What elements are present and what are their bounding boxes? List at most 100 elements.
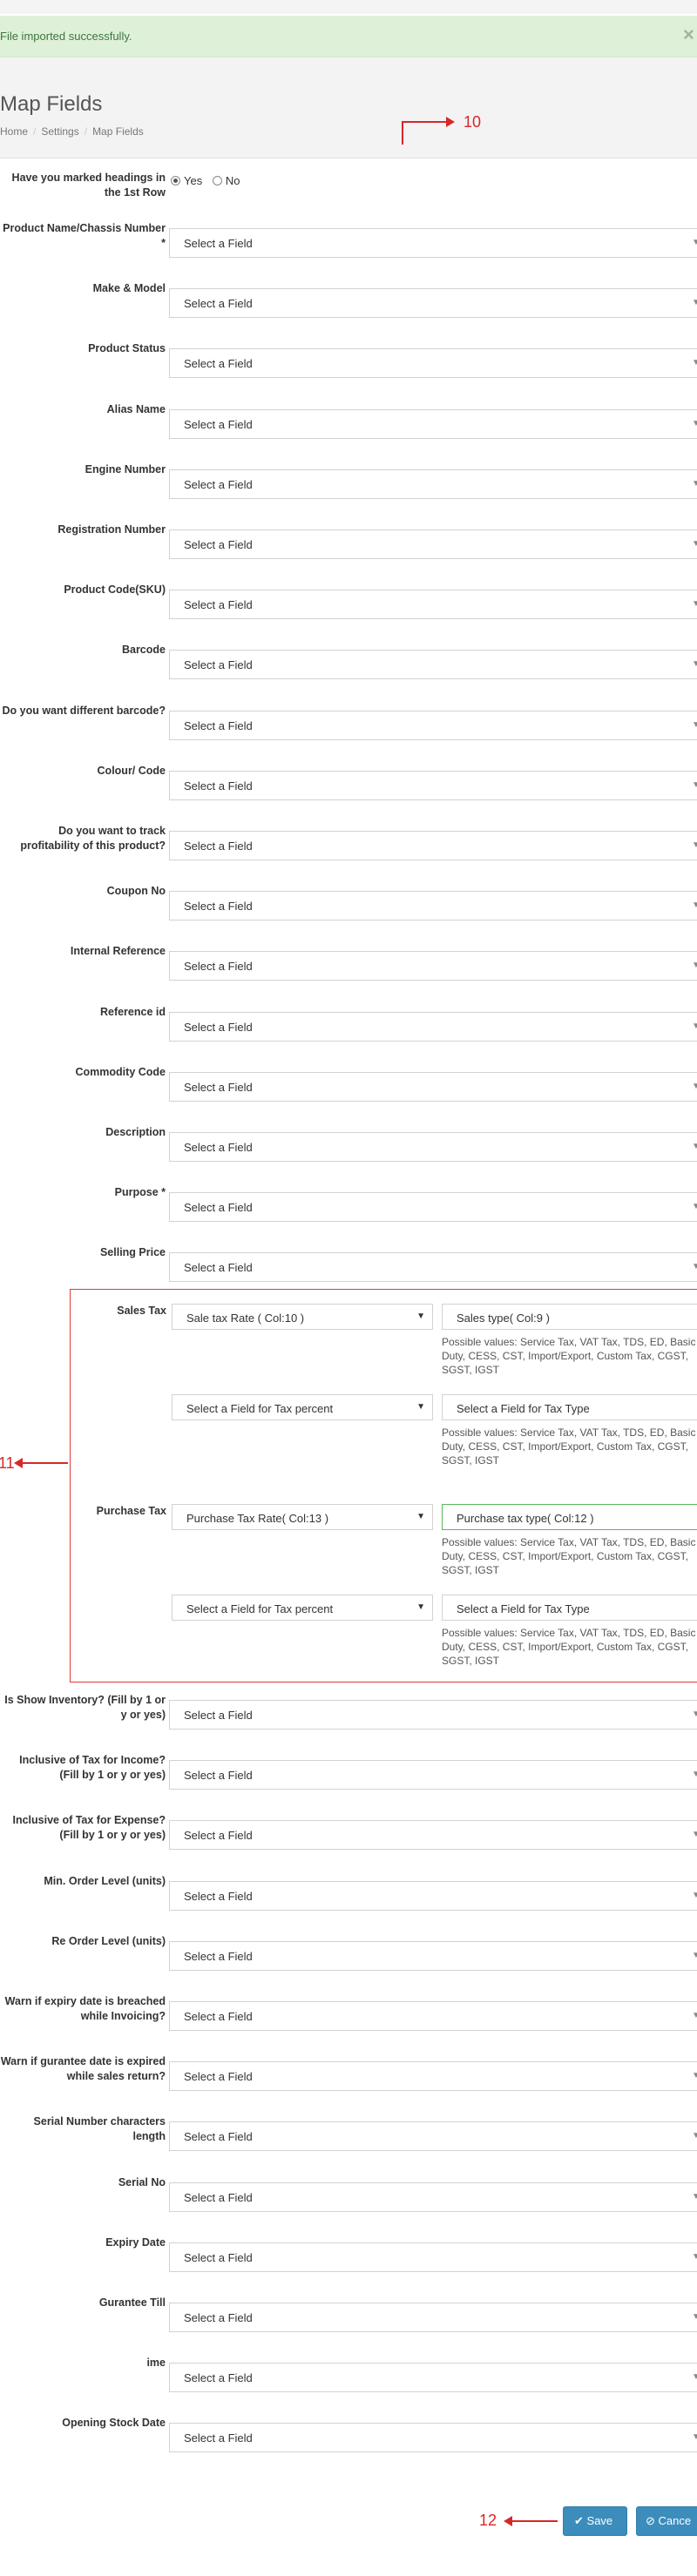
caret-down-icon: ▼ xyxy=(416,1602,425,1612)
map-field-select[interactable]: Select a Field ▼ xyxy=(169,408,697,439)
map-field-value: Select a Field xyxy=(184,538,253,551)
map-field-select[interactable]: Select a Field ▼ xyxy=(169,529,697,559)
map-field-row: Internal Reference Select a Field ▼ xyxy=(0,944,697,981)
map-field-select[interactable]: Select a Field ▼ xyxy=(169,590,697,620)
map-field-select[interactable]: Select a Field ▼ xyxy=(169,1192,697,1223)
purchase-tax-type-select-2[interactable]: Select a Field for Tax Type▼ xyxy=(442,1595,697,1621)
caret-down-icon: ▼ xyxy=(692,2011,697,2020)
map-field-select[interactable]: Select a Field ▼ xyxy=(169,951,697,981)
map-field-value: Select a Field xyxy=(184,1201,253,1215)
map-field-select[interactable]: Select a Field ▼ xyxy=(169,1940,697,1971)
map-field-select[interactable]: Select a Field ▼ xyxy=(169,1011,697,1042)
map-field-select[interactable]: Select a Field ▼ xyxy=(169,228,697,258)
map-field-select[interactable]: Select a Field ▼ xyxy=(169,469,697,499)
map-field-label: Product Status xyxy=(88,342,166,355)
map-field-select[interactable]: Select a Field ▼ xyxy=(169,2363,697,2393)
map-field-row: Serial Number characters length Select a … xyxy=(0,2114,697,2152)
map-field-select[interactable]: Select a Field ▼ xyxy=(169,2061,697,2092)
alert-message: File imported successfully. xyxy=(0,30,132,43)
map-field-value: Select a Field xyxy=(184,598,253,612)
caret-down-icon: ▼ xyxy=(416,1402,425,1412)
map-field-label: ime xyxy=(146,2357,166,2370)
map-field-label: Alias Name xyxy=(106,402,166,415)
map-field-select[interactable]: Select a Field ▼ xyxy=(169,2182,697,2212)
map-field-label: Registration Number xyxy=(58,523,166,536)
map-field-label: Colour/ Code xyxy=(97,764,166,777)
map-field-row: Reference id Select a Field ▼ xyxy=(0,1005,697,1042)
ban-icon: ⊘ xyxy=(646,2514,655,2527)
map-field-value: Select a Field xyxy=(184,1829,253,1843)
close-icon[interactable]: × xyxy=(683,25,697,44)
caret-down-icon: ▼ xyxy=(692,1770,697,1780)
annotation-arrow-11 xyxy=(14,1458,68,1468)
page-header: Map Fields Home / Settings / Map Fields xyxy=(0,57,697,158)
map-field-label: Description xyxy=(105,1126,166,1138)
map-field-label: Do you want to track profitability of th… xyxy=(20,825,166,852)
radio-yes[interactable]: Yes xyxy=(171,174,202,187)
map-field-select[interactable]: Select a Field ▼ xyxy=(169,2001,697,2031)
map-field-select[interactable]: Select a Field ▼ xyxy=(169,1760,697,1790)
sales-tax-type-select[interactable]: Sales type( Col:9 )▼ xyxy=(442,1304,697,1330)
map-field-value: Select a Field xyxy=(184,2190,253,2204)
map-field-select[interactable]: Select a Field ▼ xyxy=(169,1132,697,1162)
map-field-select[interactable]: Select a Field ▼ xyxy=(169,770,697,800)
map-field-select[interactable]: Select a Field ▼ xyxy=(169,2121,697,2152)
sales-tax-percent-select-2[interactable]: Select a Field for Tax percent ▼ xyxy=(172,1394,433,1420)
purchase-tax-percent-select-2[interactable]: Select a Field for Tax percent ▼ xyxy=(172,1595,433,1621)
breadcrumb: Home / Settings / Map Fields xyxy=(0,125,144,138)
map-field-label: Engine Number xyxy=(85,462,166,475)
caret-down-icon: ▼ xyxy=(692,599,697,610)
map-field-row: Description Select a Field ▼ xyxy=(0,1125,697,1162)
map-field-select[interactable]: Select a Field ▼ xyxy=(169,1700,697,1730)
map-field-row: Coupon No Select a Field ▼ xyxy=(0,884,697,921)
radio-dot-icon xyxy=(171,176,180,185)
save-button[interactable]: ✔ Save xyxy=(563,2506,627,2536)
purchase-tax-type-select[interactable]: Purchase tax type( Col:12 )▼ xyxy=(442,1504,697,1530)
map-field-select[interactable]: Select a Field ▼ xyxy=(169,348,697,379)
radio-no[interactable]: No xyxy=(212,174,240,187)
map-field-select[interactable]: Select a Field ▼ xyxy=(169,891,697,921)
map-field-label: Reference id xyxy=(99,1005,166,1018)
map-field-select[interactable]: Select a Field ▼ xyxy=(169,288,697,319)
caret-down-icon: ▼ xyxy=(692,1830,697,1840)
map-field-label: Selling Price xyxy=(99,1246,166,1259)
map-field-label: Inclusive of Tax for Income? (Fill by 1 … xyxy=(19,1754,166,1782)
sales-tax-type-select-2[interactable]: Select a Field for Tax Type▼ xyxy=(442,1394,697,1420)
caret-down-icon: ▼ xyxy=(692,1262,697,1272)
sales-tax-rate-select[interactable]: Sale tax Rate ( Col:10 ) ▼ xyxy=(172,1304,433,1330)
map-field-select[interactable]: Select a Field ▼ xyxy=(169,710,697,740)
map-field-row: Alias Name Select a Field ▼ xyxy=(0,402,697,439)
map-field-select[interactable]: Select a Field ▼ xyxy=(169,1880,697,1911)
map-field-select[interactable]: Select a Field ▼ xyxy=(169,2242,697,2272)
map-field-row: Product Code(SKU) Select a Field ▼ xyxy=(0,583,697,620)
caret-down-icon: ▼ xyxy=(692,1081,697,1091)
map-field-value: Select a Field xyxy=(184,357,253,371)
map-field-label: Do you want different barcode? xyxy=(2,704,166,717)
map-field-select[interactable]: Select a Field ▼ xyxy=(169,2423,697,2453)
map-field-value: Select a Field xyxy=(184,2130,253,2144)
caret-down-icon: ▼ xyxy=(692,2432,697,2443)
page-title: Map Fields xyxy=(0,92,103,116)
caret-down-icon: ▼ xyxy=(692,2131,697,2141)
map-field-select[interactable]: Select a Field ▼ xyxy=(169,1071,697,1102)
caret-down-icon: ▼ xyxy=(692,659,697,670)
breadcrumb-settings[interactable]: Settings xyxy=(41,125,78,138)
purchase-tax-help-2: Possible values: Service Tax, VAT Tax, T… xyxy=(442,1627,696,1667)
map-field-select[interactable]: Select a Field ▼ xyxy=(169,2303,697,2332)
breadcrumb-home[interactable]: Home xyxy=(0,125,28,138)
map-field-select[interactable]: Select a Field ▼ xyxy=(169,1252,697,1283)
map-field-select[interactable]: Select a Field ▼ xyxy=(169,650,697,680)
purchase-tax-rate-select[interactable]: Purchase Tax Rate( Col:13 ) ▼ xyxy=(172,1504,433,1530)
map-field-label: Opening Stock Date xyxy=(62,2417,166,2430)
cancel-button[interactable]: ⊘ Cance xyxy=(636,2506,697,2536)
map-field-label: Product Code(SKU) xyxy=(64,583,166,597)
map-field-select[interactable]: Select a Field ▼ xyxy=(169,831,697,860)
annotation-label-12: 12 xyxy=(479,2512,497,2529)
map-field-label: Gurantee Till xyxy=(98,2296,166,2309)
map-field-select[interactable]: Select a Field ▼ xyxy=(169,1820,697,1851)
map-field-label: Warn if gurantee date is expired while s… xyxy=(0,2055,166,2083)
map-field-value: Select a Field xyxy=(184,477,253,491)
caret-down-icon: ▼ xyxy=(692,961,697,971)
sales-tax-help: Possible values: Service Tax, VAT Tax, T… xyxy=(442,1336,696,1376)
caret-down-icon: ▼ xyxy=(692,358,697,368)
